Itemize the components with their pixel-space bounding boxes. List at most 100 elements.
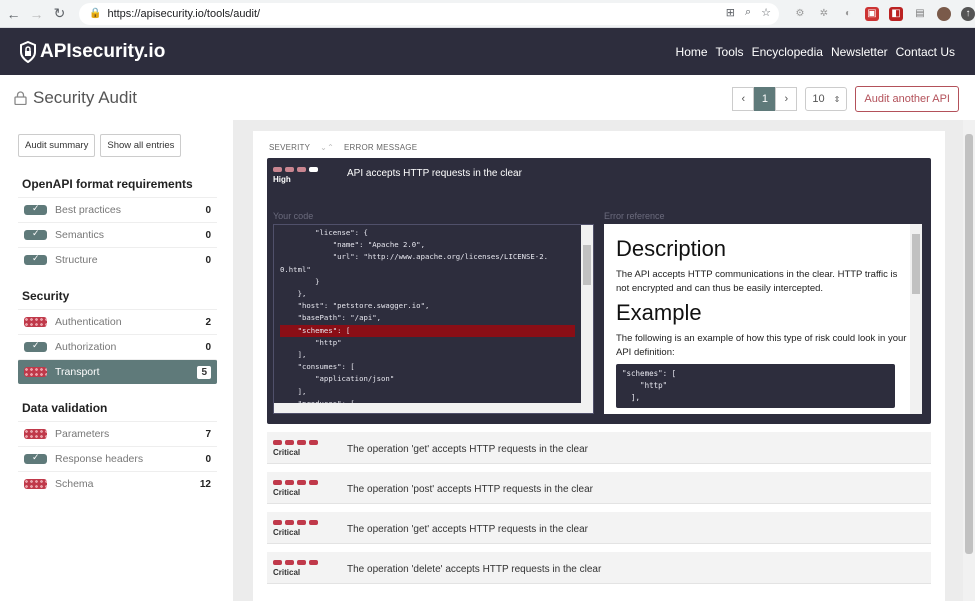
severity-label: Critical xyxy=(273,528,301,537)
code-horizontal-scrollbar[interactable] xyxy=(274,403,581,413)
audit-another-api-button[interactable]: Audit another API xyxy=(855,86,959,112)
sidebar-item-authorization[interactable]: Authorization 0 xyxy=(18,334,217,359)
sidebar-item-response-headers[interactable]: Response headers 0 xyxy=(18,446,217,471)
severity-dots xyxy=(273,440,345,445)
example-code: "schemes": [ "http" ], xyxy=(616,364,895,408)
forward-icon[interactable]: → xyxy=(27,6,46,22)
sidebar-item-semantics[interactable]: Semantics 0 xyxy=(18,222,217,247)
select-arrows-icon: ⇕ xyxy=(833,94,841,104)
page-title: Security Audit xyxy=(33,87,137,107)
severity-header[interactable]: SEVERITY xyxy=(269,143,310,152)
next-page-button[interactable]: › xyxy=(775,87,798,111)
translate-icon[interactable]: ⊞ xyxy=(726,6,735,19)
per-page-value: 10 xyxy=(812,93,825,105)
example-heading: Example xyxy=(616,300,702,325)
sidebar-item-label: Structure xyxy=(55,254,98,266)
code-block: "license": { "name": "Apache 2.0", "url"… xyxy=(274,225,593,410)
sidebar-item-schema[interactable]: Schema 12 xyxy=(18,471,217,496)
issue-row[interactable]: Critical The operation 'delete' accepts … xyxy=(267,552,931,584)
sidebar-item-structure[interactable]: Structure 0 xyxy=(18,247,217,272)
code-line: "url": "http://www.apache.org/licenses/L… xyxy=(280,252,548,262)
prev-page-button[interactable]: ‹ xyxy=(732,87,755,111)
error-reference-panel[interactable]: Description The API accepts HTTP communi… xyxy=(604,224,922,414)
site-logo[interactable]: APIsecurity.io xyxy=(20,40,165,63)
sidebar-item-label: Parameters xyxy=(55,428,110,440)
extension-icon[interactable]: ◐ xyxy=(841,7,855,21)
error-message-header: ERROR MESSAGE xyxy=(343,143,418,152)
issue-expanded[interactable]: High API accepts HTTP requests in the cl… xyxy=(267,158,931,424)
error-reference-label: Error reference xyxy=(604,211,665,221)
nav-encyclopedia[interactable]: Encyclopedia xyxy=(752,45,823,59)
issue-count: 0 xyxy=(205,229,211,241)
severity-dots xyxy=(273,520,345,525)
code-line: "http" xyxy=(280,337,342,347)
issue-count: 0 xyxy=(205,341,211,353)
sidebar-item-authentication[interactable]: Authentication 2 xyxy=(18,309,217,334)
severity-dots xyxy=(273,560,345,565)
sidebar-item-label: Authorization xyxy=(55,341,117,353)
warning-badge-icon xyxy=(24,367,47,377)
zoom-icon[interactable]: ⌕ xyxy=(745,6,751,19)
issues-panel: SEVERITY ⌄⌃ ERROR MESSAGE High API accep… xyxy=(253,131,945,601)
nav-home[interactable]: Home xyxy=(676,45,708,59)
severity-label: Critical xyxy=(273,488,301,497)
description-text: The API accepts HTTP communications in t… xyxy=(616,269,898,294)
sidebar-item-label: Best practices xyxy=(55,204,121,216)
site-header: APIsecurity.io Home Tools Encyclopedia N… xyxy=(0,28,975,75)
issue-message: API accepts HTTP requests in the clear xyxy=(347,168,522,179)
reload-icon[interactable]: ↻ xyxy=(50,5,69,22)
sidebar-item-label: Transport xyxy=(55,366,100,378)
issue-row[interactable]: Critical The operation 'post' accepts HT… xyxy=(267,472,931,504)
sidebar-item-label: Schema xyxy=(55,478,94,490)
severity-label: Critical xyxy=(273,448,301,457)
page-1-button[interactable]: 1 xyxy=(754,87,776,111)
code-line: } xyxy=(280,276,320,286)
extension-icon[interactable]: ⚙ xyxy=(793,7,807,21)
nav-tools[interactable]: Tools xyxy=(716,45,744,59)
show-all-entries-button[interactable]: Show all entries xyxy=(100,134,182,157)
page-vertical-scrollbar[interactable] xyxy=(963,120,975,601)
extension-icon[interactable]: ✲ xyxy=(817,7,831,21)
star-icon[interactable]: ☆ xyxy=(761,6,771,19)
code-line: }, xyxy=(280,289,307,299)
sidebar-item-label: Semantics xyxy=(55,229,105,241)
browser-toolbar: ← → ↻ 🔒 https://apisecurity.io/tools/aud… xyxy=(0,0,975,28)
extension-icon[interactable]: ◧ xyxy=(889,6,903,21)
extension-icon[interactable]: ▣ xyxy=(865,6,879,21)
sidebar-item-parameters[interactable]: Parameters 7 xyxy=(18,421,217,446)
section-title-openapi: OpenAPI format requirements xyxy=(22,177,193,191)
sidebar-item-best-practices[interactable]: Best practices 0 xyxy=(18,197,217,222)
code-viewer[interactable]: "license": { "name": "Apache 2.0", "url"… xyxy=(273,224,594,414)
back-icon[interactable]: ← xyxy=(4,6,23,22)
menu-icon[interactable]: ↑ xyxy=(961,6,975,21)
audit-summary-button[interactable]: Audit summary xyxy=(18,134,96,157)
url-text: https://apisecurity.io/tools/audit/ xyxy=(107,7,261,20)
code-vertical-scrollbar[interactable] xyxy=(581,225,593,413)
per-page-select[interactable]: 10 ⇕ xyxy=(805,87,848,111)
title-bar: Security Audit ‹ 1 › 10 ⇕ Audit another … xyxy=(0,75,975,120)
extension-icon[interactable]: ▤ xyxy=(913,7,927,21)
sort-icon[interactable]: ⌄⌃ xyxy=(320,143,334,152)
issue-row[interactable]: Critical The operation 'get' accepts HTT… xyxy=(267,512,931,544)
check-badge-icon xyxy=(24,203,47,215)
issue-row[interactable]: Critical The operation 'get' accepts HTT… xyxy=(267,432,931,464)
profile-avatar[interactable] xyxy=(937,6,951,21)
issue-count: 12 xyxy=(199,478,211,490)
nav-newsletter[interactable]: Newsletter xyxy=(831,45,888,59)
example-text: The following is an example of how this … xyxy=(616,333,907,358)
issue-message: The operation 'get' accepts HTTP request… xyxy=(347,523,588,535)
nav-contact-us[interactable]: Contact Us xyxy=(896,45,955,59)
check-badge-icon xyxy=(24,340,47,352)
code-line: "license": { xyxy=(280,228,368,237)
sidebar-item-transport[interactable]: Transport 5 xyxy=(18,359,217,384)
address-bar[interactable]: 🔒 https://apisecurity.io/tools/audit/ ⊞ … xyxy=(79,2,779,25)
warning-badge-icon xyxy=(24,479,47,489)
shield-logo-icon xyxy=(20,40,36,63)
severity-dots xyxy=(273,167,345,172)
code-line: "host": "petstore.swagger.io", xyxy=(280,301,430,311)
code-line: "name": "Apache 2.0", xyxy=(280,240,425,250)
top-nav: Home Tools Encyclopedia Newsletter Conta… xyxy=(676,45,955,59)
code-line: ], xyxy=(280,386,307,396)
reference-vertical-scrollbar[interactable] xyxy=(910,224,922,414)
issue-count: 2 xyxy=(205,316,211,328)
